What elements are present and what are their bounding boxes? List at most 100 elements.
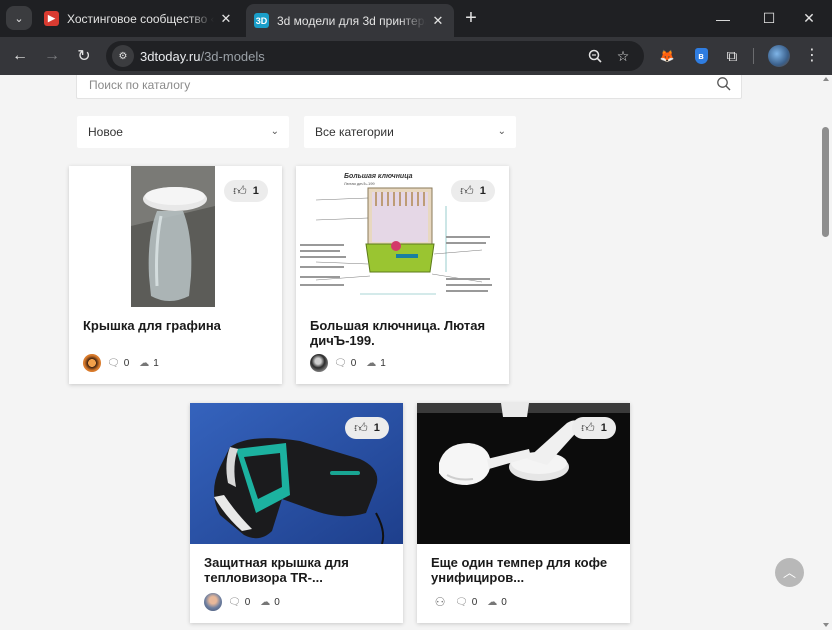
download-cloud-icon: ☁︎ [487,596,498,608]
tab-title: 3d модели для 3d принтера: скачать беспл… [277,13,426,28]
like-badge[interactable]: 👍︎ 1 [572,417,616,439]
tune-icon: ⚙ [118,50,128,62]
chevron-down-icon: ⌄ [14,12,24,25]
like-count: 1 [479,185,486,197]
drawing-subtitle: Лютая дичЪ-199 [344,181,375,186]
close-icon[interactable]: ✕ [218,11,234,27]
shield-extension-icon[interactable]: ʙ [691,46,711,66]
key-holder-drawing[interactable]: Большая ключница Лютая дичЪ-199 👍︎ 1 [296,166,509,307]
download-cloud-icon: ☁︎ [260,596,271,608]
download-count: 0 [274,596,280,608]
site-info-button[interactable]: ⚙ [112,45,134,67]
like-badge[interactable]: 👍︎ 1 [451,180,495,202]
comments-icon: 🗨︎ [228,596,241,608]
sort-select-value: Новое [88,125,123,139]
download-cloud-icon: ☁︎ [139,357,150,369]
comment-count: 0 [350,357,357,369]
tab-timeweb[interactable]: ▶ Хостинговое сообщество «Timeweb Commun… [36,0,242,37]
card-title[interactable]: Еще один темпер для кофе унифициров... [431,555,616,585]
chevron-down-icon: ⌄ [497,126,506,137]
plus-icon: + [465,7,477,29]
model-card[interactable]: 👍︎ 1 Крышка для графина 🗨︎ 0 ☁︎ 1 [69,166,282,384]
chevron-up-icon: ︿ [782,565,796,580]
sort-select[interactable]: Новое ⌄ [77,116,289,148]
search-input[interactable] [89,75,689,97]
close-icon[interactable]: ✕ [430,13,446,29]
like-count: 1 [600,422,607,434]
model-card[interactable]: Большая ключница Лютая дичЪ-199 👍︎ 1 Бол… [296,166,509,384]
new-tab-button[interactable]: + [460,8,482,30]
author-avatar[interactable] [310,354,328,372]
close-window-button[interactable]: ✕ [786,0,832,37]
tab-strip: ⌄ ▶ Хостинговое сообщество «Timeweb Comm… [0,0,832,37]
thermal-camera-cap-photo[interactable]: 👍︎ 1 [190,403,403,544]
card-stats: ⚇ 🗨︎ 0 ☁︎ 0 [431,593,517,611]
browser-toolbar: ← → ↻ ⚙ 3dtoday.ru/3d-models ☆ 🦊 ʙ ⧉ ⋮ [0,37,832,75]
maximize-icon: ☐ [762,10,776,26]
address-bar[interactable]: ⚙ 3dtoday.ru/3d-models ☆ [106,41,644,71]
chevron-down-icon: ⌄ [270,126,279,137]
carafe-lid-photo[interactable]: 👍︎ 1 [69,166,282,307]
scroll-to-top-button[interactable]: ︿ [775,558,804,587]
3dtoday-favicon-icon: 3D [254,13,269,28]
card-title[interactable]: Крышка для графина [83,318,268,333]
download-cloud-icon: ☁︎ [366,357,377,369]
arrow-right-icon: → [44,47,60,64]
vertical-scrollbar[interactable] [819,75,832,630]
bookmark-star-icon[interactable]: ☆ [614,47,632,65]
author-avatar[interactable] [204,593,222,611]
card-stats: 🗨︎ 0 ☁︎ 0 [204,593,290,611]
model-card[interactable]: 👍︎ 1 Защитная крышка для тепловизора TR-… [190,403,403,623]
forward-button[interactable]: → [40,44,64,68]
back-button[interactable]: ← [8,44,32,68]
minimize-icon: — [716,10,730,27]
tab-title: Хостинговое сообщество «Timeweb Communit… [67,11,214,26]
like-count: 1 [252,185,259,197]
category-select-value: Все категории [315,125,394,139]
toolbar-divider [753,48,754,64]
url-host: 3dtoday.ru [140,49,201,64]
like-badge[interactable]: 👍︎ 1 [224,180,268,202]
url-text[interactable]: 3dtoday.ru/3d-models [140,49,265,64]
minimize-button[interactable]: — [700,0,746,37]
fox-extension-icon[interactable]: 🦊 [657,46,677,66]
like-badge[interactable]: 👍︎ 1 [345,417,389,439]
reload-icon: ↻ [77,48,91,65]
scroll-thumb[interactable] [822,127,829,237]
menu-dots-icon[interactable]: ⋮ [802,46,822,66]
model-card[interactable]: 👍︎ 1 Еще один темпер для кофе унифициров… [417,403,630,623]
card-title[interactable]: Большая ключница. Лютая дичЪ-199. [310,318,495,348]
thumbs-up-icon: 👍︎ [354,420,368,435]
scroll-up-arrow-icon[interactable] [823,77,829,81]
card-stats: 🗨︎ 0 ☁︎ 1 [83,354,169,372]
default-user-icon[interactable]: ⚇ [431,593,449,611]
tab-search-button[interactable]: ⌄ [6,6,32,30]
download-count: 0 [501,596,507,608]
catalog-search [76,75,742,99]
card-title[interactable]: Защитная крышка для тепловизора TR-... [204,555,389,585]
page-viewport: Новое ⌄ Все категории ⌄ 👍︎ 1 Крышка для … [0,75,832,630]
extensions-puzzle-icon[interactable]: ⧉ [722,46,742,66]
category-select[interactable]: Все категории ⌄ [304,116,516,148]
comments-icon: 🗨︎ [455,596,468,608]
tab-3dtoday[interactable]: 3D 3d модели для 3d принтера: скачать бе… [246,4,454,37]
coffee-tamper-photo[interactable]: 👍︎ 1 [417,403,630,544]
download-count: 1 [153,357,159,369]
profile-avatar[interactable] [768,45,790,67]
comment-count: 0 [123,357,130,369]
card-stats: 🗨︎ 0 ☁︎ 1 [310,354,396,372]
thumbs-up-icon: 👍︎ [581,420,595,435]
comment-count: 0 [244,596,251,608]
search-icon[interactable] [716,76,732,92]
comments-icon: 🗨︎ [334,357,347,369]
zoom-icon[interactable] [586,47,604,65]
close-icon: ✕ [803,10,815,26]
comment-count: 0 [471,596,478,608]
comments-icon: 🗨︎ [107,357,120,369]
scroll-down-arrow-icon[interactable] [823,623,829,627]
reload-button[interactable]: ↻ [72,44,96,68]
drawing-title: Большая ключница [344,173,413,180]
timeweb-favicon-icon: ▶ [44,11,59,26]
author-avatar[interactable] [83,354,101,372]
thumbs-up-icon: 👍︎ [233,183,247,198]
